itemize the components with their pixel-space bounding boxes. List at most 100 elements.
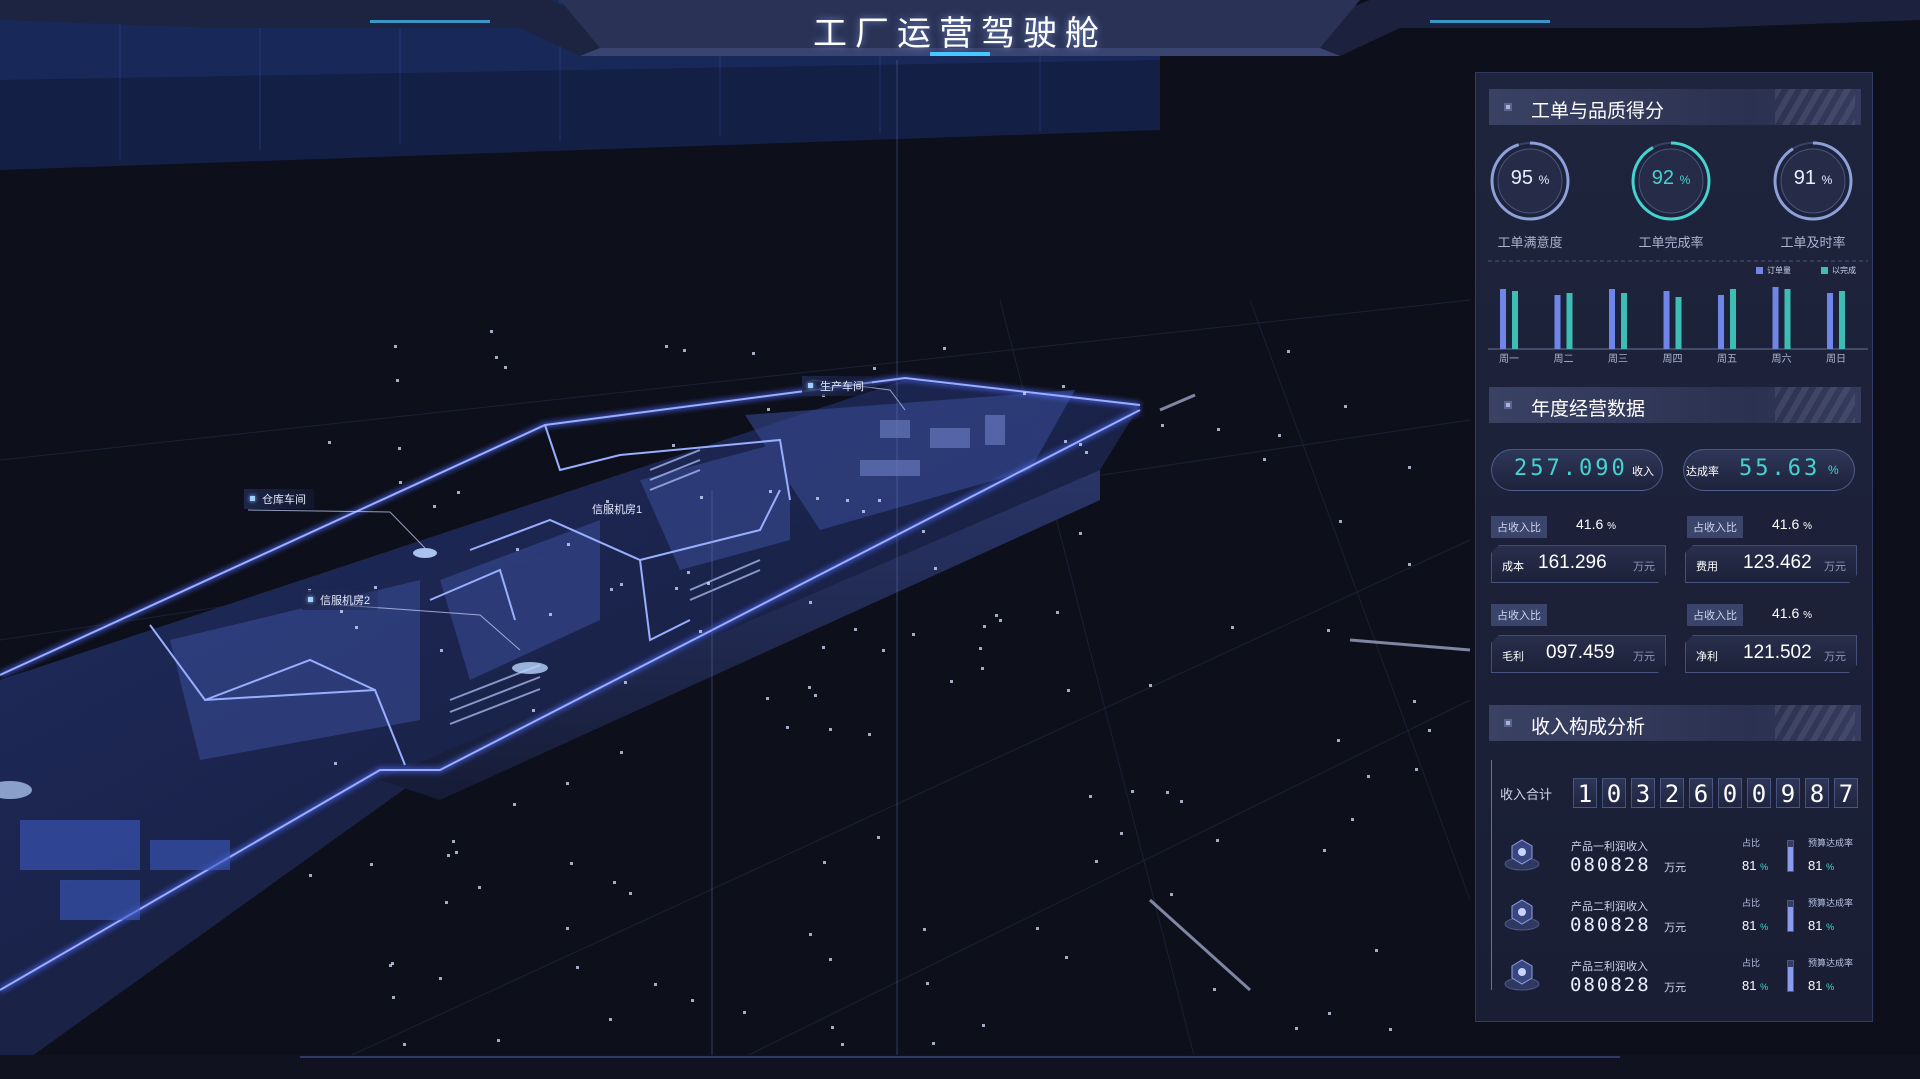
section-title-annual: 年度经营数据	[1531, 399, 1646, 420]
particle	[950, 680, 953, 683]
scene-label-production-workshop[interactable]: 生产车间	[802, 376, 872, 396]
bar-completed[interactable]	[1512, 291, 1518, 349]
weekly-order-bar-chart: 周一 周二 周三 周四 周五 周六 周日	[1488, 260, 1868, 365]
particle	[766, 697, 769, 700]
particle	[1408, 563, 1411, 566]
particle	[1337, 739, 1340, 742]
expense-unit: 万元	[1824, 561, 1846, 573]
bar-completed[interactable]	[1621, 293, 1627, 349]
gauge-label-timeliness: 工单及时率	[1780, 235, 1846, 250]
scene-label-warehouse[interactable]: 仓库车间	[244, 489, 314, 509]
particle	[1062, 385, 1065, 388]
scene-label-server-room-2[interactable]: 信服机房2	[302, 590, 379, 610]
particle	[334, 762, 337, 765]
particle	[683, 349, 686, 352]
particle	[1328, 1012, 1331, 1015]
particle	[1344, 405, 1347, 408]
particle	[624, 681, 627, 684]
gauge-label-satisfaction: 工单满意度	[1497, 235, 1563, 250]
scene-label-server-room-1[interactable]: 信服机房1	[588, 499, 650, 519]
expense-ratio-tag: 占收入比	[1687, 516, 1743, 538]
bar-ordered[interactable]	[1554, 295, 1561, 349]
bar-ordered[interactable]	[1827, 293, 1833, 349]
particle	[457, 491, 460, 494]
budget-value: 81 %	[1808, 858, 1835, 873]
expense-box: 费用 123.462 万元	[1685, 545, 1857, 583]
net-value: 121.502	[1743, 642, 1812, 663]
particle	[665, 345, 668, 348]
net-ratio-tag: 占收入比	[1687, 604, 1743, 626]
particle	[878, 499, 881, 502]
particle	[1131, 790, 1134, 793]
particle	[398, 447, 401, 450]
share-label: 占比	[1742, 958, 1761, 968]
particle	[786, 726, 789, 729]
bar-completed[interactable]	[1675, 297, 1682, 349]
particle	[1056, 611, 1059, 614]
particle	[1323, 849, 1326, 852]
particle	[1023, 392, 1026, 395]
gauge-label-completion: 工单完成率	[1638, 235, 1704, 250]
budget-progress-bar	[1787, 900, 1794, 932]
particle	[1149, 684, 1152, 687]
particle	[868, 733, 871, 736]
particle	[1231, 626, 1234, 629]
section-marker-icon	[1504, 103, 1512, 111]
net-label: 净利	[1696, 651, 1718, 663]
achievement-value: 55.63	[1739, 456, 1821, 481]
gross-box: 毛利 097.459 万元	[1491, 635, 1666, 673]
particle	[1085, 451, 1088, 454]
particle	[1375, 949, 1378, 952]
achievement-unit: %	[1828, 463, 1839, 477]
particle	[846, 499, 849, 502]
counter-digit: 8	[1805, 778, 1829, 808]
bar-completed[interactable]	[1730, 289, 1736, 349]
expense-label: 费用	[1696, 561, 1718, 573]
product-value: 080828 万元	[1570, 974, 1687, 996]
gross-unit: 万元	[1633, 651, 1655, 663]
achievement-label: 达成率	[1686, 466, 1719, 478]
budget-label: 预算达成率	[1808, 898, 1854, 908]
share-value: 81 %	[1742, 978, 1769, 993]
particle	[629, 892, 632, 895]
particle	[1415, 768, 1418, 771]
particle	[399, 481, 402, 484]
particle	[566, 927, 569, 930]
cost-unit: 万元	[1633, 561, 1655, 573]
particle	[392, 996, 395, 999]
bar-completed[interactable]	[1839, 291, 1845, 349]
bar-ordered[interactable]	[1718, 295, 1724, 349]
bar-ordered[interactable]	[1609, 289, 1615, 349]
particle	[691, 999, 694, 1002]
particle	[743, 1011, 746, 1014]
particle	[808, 686, 811, 689]
particle	[1095, 860, 1098, 863]
particle	[841, 1043, 844, 1046]
bar-completed[interactable]	[1566, 293, 1573, 349]
product-hexagon-icon	[1503, 894, 1541, 932]
gauge-completion: 92 %	[1629, 139, 1713, 223]
particle	[370, 863, 373, 866]
particle	[1213, 988, 1216, 991]
particle	[1067, 689, 1070, 692]
particle	[576, 966, 579, 969]
bar-ordered[interactable]	[1772, 287, 1779, 349]
bar-completed[interactable]	[1784, 289, 1791, 349]
share-label: 占比	[1742, 838, 1761, 848]
particle	[610, 588, 613, 591]
particle	[831, 1026, 834, 1029]
particle	[912, 633, 915, 636]
product-value: 080828 万元	[1570, 854, 1687, 876]
counter-digit: 0	[1718, 778, 1742, 808]
particle	[672, 444, 675, 447]
x-tick-label: 周二	[1554, 353, 1574, 365]
particle	[934, 567, 937, 570]
bar-ordered[interactable]	[1663, 291, 1670, 349]
particle	[654, 983, 657, 986]
x-tick-label: 周日	[1826, 353, 1846, 365]
cost-value: 161.296	[1538, 552, 1607, 573]
budget-label: 预算达成率	[1808, 838, 1854, 848]
bar-ordered[interactable]	[1500, 289, 1506, 349]
counter-digit: 6	[1689, 778, 1713, 808]
net-unit: 万元	[1824, 651, 1846, 663]
